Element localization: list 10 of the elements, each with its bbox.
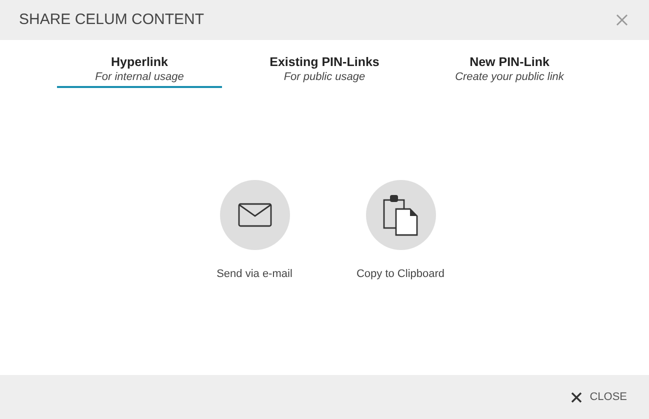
tab[interactable]: Existing PIN-Links For public usage (242, 54, 407, 88)
tab[interactable]: Hyperlink For internal usage (57, 54, 222, 88)
action-label: Send via e-mail (216, 267, 292, 282)
close-icon (570, 392, 582, 402)
action-label: Copy to Clipboard (356, 267, 445, 282)
window-title: SHARE CELUM CONTENT (19, 10, 204, 30)
close-button[interactable]: CLOSE (570, 388, 627, 406)
envelope-icon (238, 203, 272, 227)
clipboard-icon (382, 194, 420, 236)
tab[interactable]: New PIN-Link Create your public link (427, 54, 592, 88)
